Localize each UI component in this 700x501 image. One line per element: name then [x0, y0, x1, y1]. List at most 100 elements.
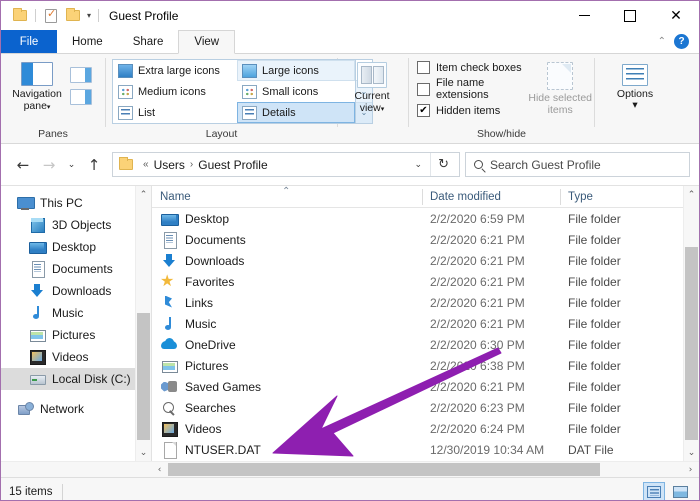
refresh-icon[interactable]: ↻	[431, 157, 456, 172]
file-list-scrollbar[interactable]: ⌃ ⌄	[683, 186, 699, 461]
maximize-button[interactable]	[607, 1, 653, 30]
properties-icon[interactable]	[40, 5, 62, 27]
table-row[interactable]: Links 2/2/2020 6:21 PM File folder	[152, 292, 699, 313]
sidebar-item-documents[interactable]: Documents	[1, 258, 151, 280]
sidebar-item-local-disk-c[interactable]: Local Disk (C:)	[1, 368, 151, 390]
checkbox-hidden-items[interactable]: ✔ Hidden items	[417, 104, 526, 117]
hscroll-right-icon[interactable]: ›	[682, 462, 699, 477]
details-view-icon	[242, 105, 257, 120]
file-scroll-up-icon[interactable]: ⌃	[684, 186, 699, 203]
table-row[interactable]: Documents 2/2/2020 6:21 PM File folder	[152, 229, 699, 250]
folder-icon[interactable]	[9, 5, 31, 27]
hscroll-spacer	[1, 462, 151, 477]
close-button[interactable]: ✕	[653, 1, 699, 30]
sidebar-scrollbar[interactable]: ⌃ ⌄	[135, 186, 151, 461]
file-scroll-down-icon[interactable]: ⌄	[684, 444, 699, 461]
sidebar-scroll-down-icon[interactable]: ⌄	[136, 444, 151, 461]
navigation-pane-button[interactable]: Navigation pane▾	[6, 59, 68, 113]
sidebar-scroll-thumb[interactable]	[137, 313, 150, 440]
checkbox-item-check-boxes[interactable]: Item check boxes	[417, 61, 526, 74]
qat-divider	[35, 9, 36, 22]
tab-file[interactable]: File	[1, 30, 57, 53]
sort-ascending-icon: ⌃	[282, 186, 291, 197]
checkbox-icon[interactable]	[417, 61, 430, 74]
column-header-name[interactable]: Name ⌃	[152, 186, 422, 208]
search-box[interactable]: Search Guest Profile	[465, 152, 690, 177]
current-view-button[interactable]: Current view▾	[342, 59, 402, 115]
minimize-button[interactable]	[561, 1, 607, 30]
back-button[interactable]: ←	[10, 152, 36, 178]
address-breadcrumb-field[interactable]: « Users › Guest Profile ⌄ ↻	[112, 152, 460, 177]
forward-button[interactable]: →	[36, 152, 62, 178]
sidebar-item-network[interactable]: Network	[1, 398, 151, 420]
table-row[interactable]: Music 2/2/2020 6:21 PM File folder	[152, 313, 699, 334]
large-icons-view-toggle[interactable]	[669, 482, 691, 500]
qat-divider-2	[98, 9, 100, 22]
layout-medium-icons[interactable]: Medium icons	[113, 81, 237, 102]
preview-pane-icon[interactable]	[70, 67, 92, 83]
details-pane-icon[interactable]	[70, 89, 92, 105]
favorites-star-icon	[160, 271, 177, 290]
local-disk-icon	[29, 371, 46, 387]
table-row[interactable]: Searches 2/2/2020 6:23 PM File folder	[152, 397, 699, 418]
options-button[interactable]: Options ▾	[599, 59, 671, 111]
table-row[interactable]: Saved Games 2/2/2020 6:21 PM File folder	[152, 376, 699, 397]
file-name-cell: Favorites	[152, 271, 422, 290]
hscroll-thumb[interactable]	[168, 463, 600, 476]
navigation-pane-icon	[21, 62, 53, 86]
column-header-type[interactable]: Type	[560, 186, 699, 208]
recent-locations-button[interactable]: ⌄	[62, 152, 81, 178]
details-view-toggle[interactable]	[643, 482, 665, 500]
breadcrumb-users[interactable]: Users	[154, 158, 185, 172]
layout-extra-large-icons[interactable]: Extra large icons	[113, 60, 237, 81]
column-header-date-modified[interactable]: Date modified	[422, 186, 560, 208]
tab-home[interactable]: Home	[57, 30, 118, 53]
search-placeholder: Search Guest Profile	[490, 157, 601, 172]
tab-share[interactable]: Share	[117, 30, 179, 53]
sidebar-item-this-pc[interactable]: This PC	[1, 192, 151, 214]
checkbox-file-name-extensions[interactable]: File name extensions	[417, 77, 526, 101]
file-scroll-thumb[interactable]	[685, 247, 698, 440]
hscroll-track[interactable]	[168, 462, 682, 477]
table-row[interactable]: Pictures 2/2/2020 6:38 PM File folder	[152, 355, 699, 376]
file-type-cell: File folder	[568, 358, 621, 373]
videos-icon	[161, 421, 178, 437]
sidebar-item-downloads[interactable]: Downloads	[1, 280, 151, 302]
hscroll-left-icon[interactable]: ‹	[151, 462, 168, 477]
help-icon[interactable]: ?	[674, 34, 689, 49]
table-row[interactable]: Favorites 2/2/2020 6:21 PM File folder	[152, 271, 699, 292]
chevron-down-icon[interactable]: ▾	[84, 11, 94, 20]
new-folder-icon[interactable]	[62, 5, 84, 27]
sidebar-item-videos[interactable]: Videos	[1, 346, 151, 368]
table-row[interactable]: Videos 2/2/2020 6:24 PM File folder	[152, 418, 699, 439]
file-scroll-track[interactable]	[684, 203, 699, 444]
table-row[interactable]: OneDrive 2/2/2020 6:30 PM File folder	[152, 334, 699, 355]
file-date-cell: 2/2/2020 6:21 PM	[430, 295, 525, 310]
sidebar-scroll-up-icon[interactable]: ⌃	[136, 186, 151, 203]
file-type-cell: File folder	[568, 379, 621, 394]
hide-selected-items-button[interactable]: Hide selected items	[526, 59, 594, 116]
column-headers: Name ⌃ Date modified Type	[152, 186, 699, 208]
tab-view[interactable]: View	[178, 30, 236, 54]
checkbox-checked-icon[interactable]: ✔	[417, 104, 430, 117]
sidebar-item-3d-objects[interactable]: 3D Objects	[1, 214, 151, 236]
breadcrumb-overflow-icon[interactable]: «	[138, 159, 154, 170]
sidebar-item-pictures[interactable]: Pictures	[1, 324, 151, 346]
sidebar-item-music[interactable]: Music	[1, 302, 151, 324]
pictures-icon	[29, 327, 46, 343]
checkbox-icon[interactable]	[417, 82, 430, 96]
dat-file-icon	[161, 441, 177, 459]
videos-icon	[29, 349, 46, 365]
table-row[interactable]: Desktop 2/2/2020 6:59 PM File folder	[152, 208, 699, 229]
breadcrumb-guest-profile[interactable]: Guest Profile	[198, 158, 267, 172]
pane-small-buttons	[70, 67, 92, 105]
layout-list[interactable]: List	[113, 102, 237, 123]
3d-objects-icon	[29, 217, 45, 233]
sidebar-scroll-track[interactable]	[136, 203, 151, 444]
table-row[interactable]: Downloads 2/2/2020 6:21 PM File folder	[152, 250, 699, 271]
collapse-ribbon-icon[interactable]: ⌃	[658, 36, 666, 47]
table-row[interactable]: NTUSER.DAT 12/30/2019 10:34 AM DAT File	[152, 439, 699, 460]
sidebar-item-desktop[interactable]: Desktop	[1, 236, 151, 258]
up-button[interactable]: ↑	[81, 152, 107, 178]
address-dropdown-icon[interactable]: ⌄	[407, 160, 431, 170]
